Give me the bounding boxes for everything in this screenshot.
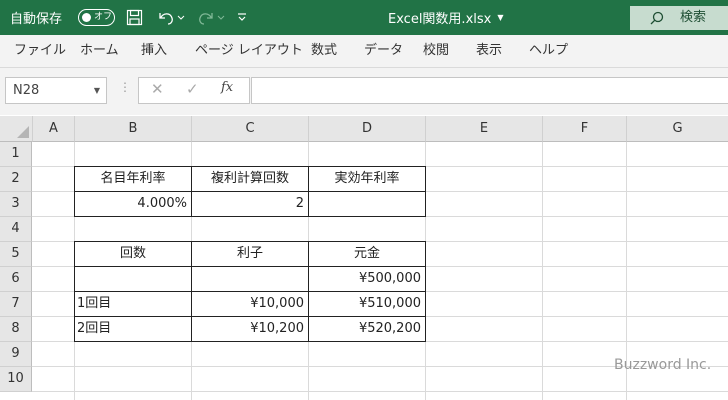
tab-insert[interactable]: 挿入 — [141, 35, 167, 67]
cell-d7[interactable]: ¥510,000 — [308, 291, 426, 317]
cell-b2[interactable]: 名目年利率 — [74, 166, 192, 192]
row-header-8[interactable]: 8 — [0, 317, 32, 342]
customize-toolbar-icon[interactable] — [236, 11, 248, 23]
tab-file[interactable]: ファイル — [14, 35, 66, 67]
redo-icon[interactable] — [196, 9, 226, 26]
row-header-1[interactable]: 1 — [0, 142, 32, 167]
row-header-5[interactable]: 5 — [0, 242, 32, 267]
autosave-state: オフ — [94, 12, 113, 22]
cancel-icon[interactable]: ✕ — [151, 80, 164, 98]
formula-input[interactable] — [251, 77, 728, 104]
row-header-7[interactable]: 7 — [0, 292, 32, 317]
cell-c3[interactable]: 2 — [191, 191, 309, 217]
title-bar: 自動保存 オフ Excel関数用.xlsx ▼ 検索 — [0, 0, 728, 35]
name-box-dropdown-icon[interactable]: ▼ — [94, 78, 100, 103]
cell-b5[interactable]: 回数 — [74, 241, 192, 267]
autosave-label: 自動保存 — [10, 12, 63, 27]
file-name-text: Excel関数用.xlsx — [388, 12, 492, 27]
save-icon[interactable] — [126, 9, 143, 26]
row-header-6[interactable]: 6 — [0, 267, 32, 292]
cell-b7[interactable]: 1回目 — [74, 291, 192, 317]
formula-buttons: ✕ ✓ fx — [138, 77, 250, 104]
cell-c7[interactable]: ¥10,000 — [191, 291, 309, 317]
cell-d6[interactable]: ¥500,000 — [308, 266, 426, 292]
ribbon-tabs: ファイル ホーム 挿入 ページ レイアウト 数式 データ 校閲 表示 ヘルプ — [0, 35, 728, 68]
cell-c5[interactable]: 利子 — [191, 241, 309, 267]
column-header-a[interactable]: A — [33, 116, 75, 142]
search-icon — [650, 11, 664, 25]
row-header-3[interactable]: 3 — [0, 192, 32, 217]
insert-function-icon[interactable]: fx — [221, 80, 233, 95]
tab-data[interactable]: データ — [364, 35, 403, 67]
row-header-9[interactable]: 9 — [0, 342, 32, 367]
column-header-c[interactable]: C — [192, 116, 309, 142]
tab-view[interactable]: 表示 — [476, 35, 502, 67]
search-label: 検索 — [680, 10, 707, 25]
cell-c8[interactable]: ¥10,200 — [191, 316, 309, 342]
column-header-b[interactable]: B — [75, 116, 192, 142]
row-header-2[interactable]: 2 — [0, 167, 32, 192]
tab-formulas[interactable]: 数式 — [311, 35, 337, 67]
enter-check-icon[interactable]: ✓ — [186, 80, 199, 98]
watermark: Buzzword Inc. — [614, 357, 712, 373]
name-box[interactable]: N28 ▼ — [5, 77, 107, 104]
autosave-toggle[interactable]: オフ — [78, 9, 115, 26]
more-options-icon[interactable]: ⋮ — [119, 80, 131, 94]
column-header-d[interactable]: D — [309, 116, 426, 142]
select-all-triangle-icon — [17, 126, 29, 138]
file-name[interactable]: Excel関数用.xlsx ▼ — [388, 0, 504, 35]
tab-help[interactable]: ヘルプ — [529, 35, 568, 67]
chevron-down-icon: ▼ — [497, 13, 504, 22]
cell-c2[interactable]: 複利計算回数 — [191, 166, 309, 192]
tab-page-layout[interactable]: ページ レイアウト — [195, 35, 303, 67]
cell-d5[interactable]: 元金 — [308, 241, 426, 267]
cell-d2[interactable]: 実効年利率 — [308, 166, 426, 192]
row-header-10[interactable]: 10 — [0, 367, 32, 392]
gridline — [542, 142, 543, 400]
select-all-corner[interactable] — [0, 116, 33, 142]
cell-b3[interactable]: 4.000% — [74, 191, 192, 217]
search-box[interactable]: 検索 — [630, 6, 728, 30]
row-header-4[interactable]: 4 — [0, 217, 32, 242]
cell-d3[interactable] — [308, 191, 426, 217]
cell-b8[interactable]: 2回目 — [74, 316, 192, 342]
toggle-knob — [82, 13, 91, 22]
column-header-e[interactable]: E — [426, 116, 543, 142]
column-header-g[interactable]: G — [627, 116, 728, 142]
tab-home[interactable]: ホーム — [80, 35, 119, 67]
cell-c6[interactable] — [191, 266, 309, 292]
tab-review[interactable]: 校閲 — [423, 35, 449, 67]
cell-b6[interactable] — [74, 266, 192, 292]
gridline — [32, 391, 728, 392]
column-header-f[interactable]: F — [543, 116, 627, 142]
undo-icon[interactable] — [156, 9, 186, 26]
cell-d8[interactable]: ¥520,200 — [308, 316, 426, 342]
name-box-value: N28 — [13, 83, 40, 98]
